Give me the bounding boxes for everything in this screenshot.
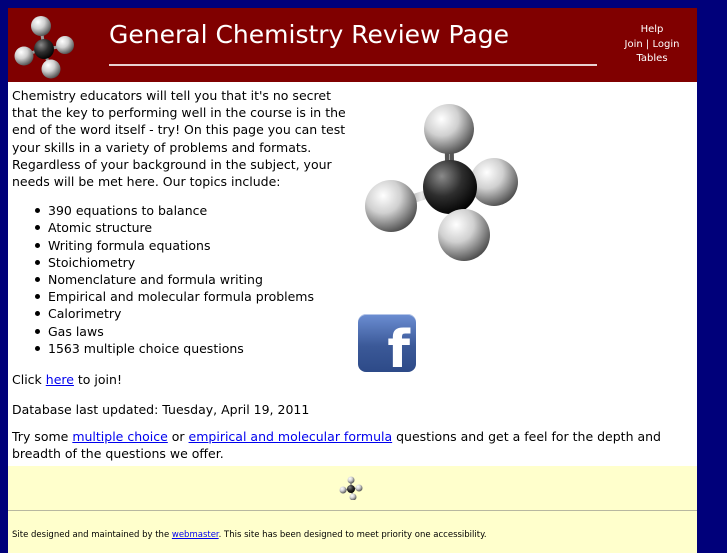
footer: Site designed and maintained by the webm… bbox=[8, 466, 697, 553]
topic-item: Atomic structure bbox=[35, 219, 352, 236]
try-paragraph: Try some multiple choice or empirical an… bbox=[12, 428, 696, 462]
topic-item: Gas laws bbox=[35, 323, 352, 340]
facebook-icon[interactable]: f bbox=[358, 314, 416, 376]
webmaster-link[interactable]: webmaster bbox=[172, 530, 219, 540]
footer-divider bbox=[8, 510, 697, 511]
join-here-link[interactable]: here bbox=[46, 372, 74, 387]
join-prefix: Click bbox=[12, 372, 46, 387]
main-content: Chemistry educators will tell you that i… bbox=[12, 87, 352, 357]
intro-paragraph: Chemistry educators will tell you that i… bbox=[12, 88, 346, 190]
page-title: General Chemistry Review Page bbox=[109, 20, 509, 49]
join-suffix: to join! bbox=[73, 372, 122, 387]
topic-list: 390 equations to balance Atomic structure… bbox=[12, 202, 352, 357]
topic-item: 1563 multiple choice questions bbox=[35, 340, 352, 357]
multiple-choice-link[interactable]: multiple choice bbox=[72, 429, 168, 444]
methane-molecule-icon bbox=[339, 476, 363, 500]
try-mid: or bbox=[167, 429, 189, 444]
footer-suffix: . This site has been designed to meet pr… bbox=[218, 530, 487, 540]
methane-molecule-icon bbox=[14, 16, 74, 79]
topic-item: Empirical and molecular formula problems bbox=[35, 288, 352, 305]
methane-molecule-model bbox=[365, 104, 518, 261]
topic-item: Nomenclature and formula writing bbox=[35, 271, 352, 288]
join-paragraph: Click here to join! bbox=[12, 371, 122, 388]
join-link[interactable]: Join bbox=[625, 39, 643, 50]
try-prefix: Try some bbox=[12, 429, 73, 444]
help-link[interactable]: Help bbox=[641, 24, 664, 35]
database-updated-text: Database last updated: Tuesday, April 19… bbox=[12, 402, 310, 417]
footer-prefix: Site designed and maintained by the bbox=[12, 530, 172, 540]
header-banner: General Chemistry Review Page Help Join … bbox=[8, 8, 697, 82]
login-link[interactable]: Login bbox=[652, 39, 679, 50]
title-divider bbox=[109, 64, 597, 66]
topic-item: Calorimetry bbox=[35, 305, 352, 322]
topic-item: Writing formula equations bbox=[35, 237, 352, 254]
tables-link[interactable]: Tables bbox=[636, 53, 667, 64]
empirical-formula-link[interactable]: empirical and molecular formula bbox=[189, 429, 393, 444]
facebook-letter: f bbox=[387, 320, 410, 380]
footer-text: Site designed and maintained by the webm… bbox=[12, 530, 487, 540]
topic-item: 390 equations to balance bbox=[35, 202, 352, 219]
topic-item: Stoichiometry bbox=[35, 254, 352, 271]
nav-separator: | bbox=[645, 38, 650, 50]
header-nav: Help Join | Login Tables bbox=[607, 23, 697, 67]
page: General Chemistry Review Page Help Join … bbox=[8, 8, 697, 553]
